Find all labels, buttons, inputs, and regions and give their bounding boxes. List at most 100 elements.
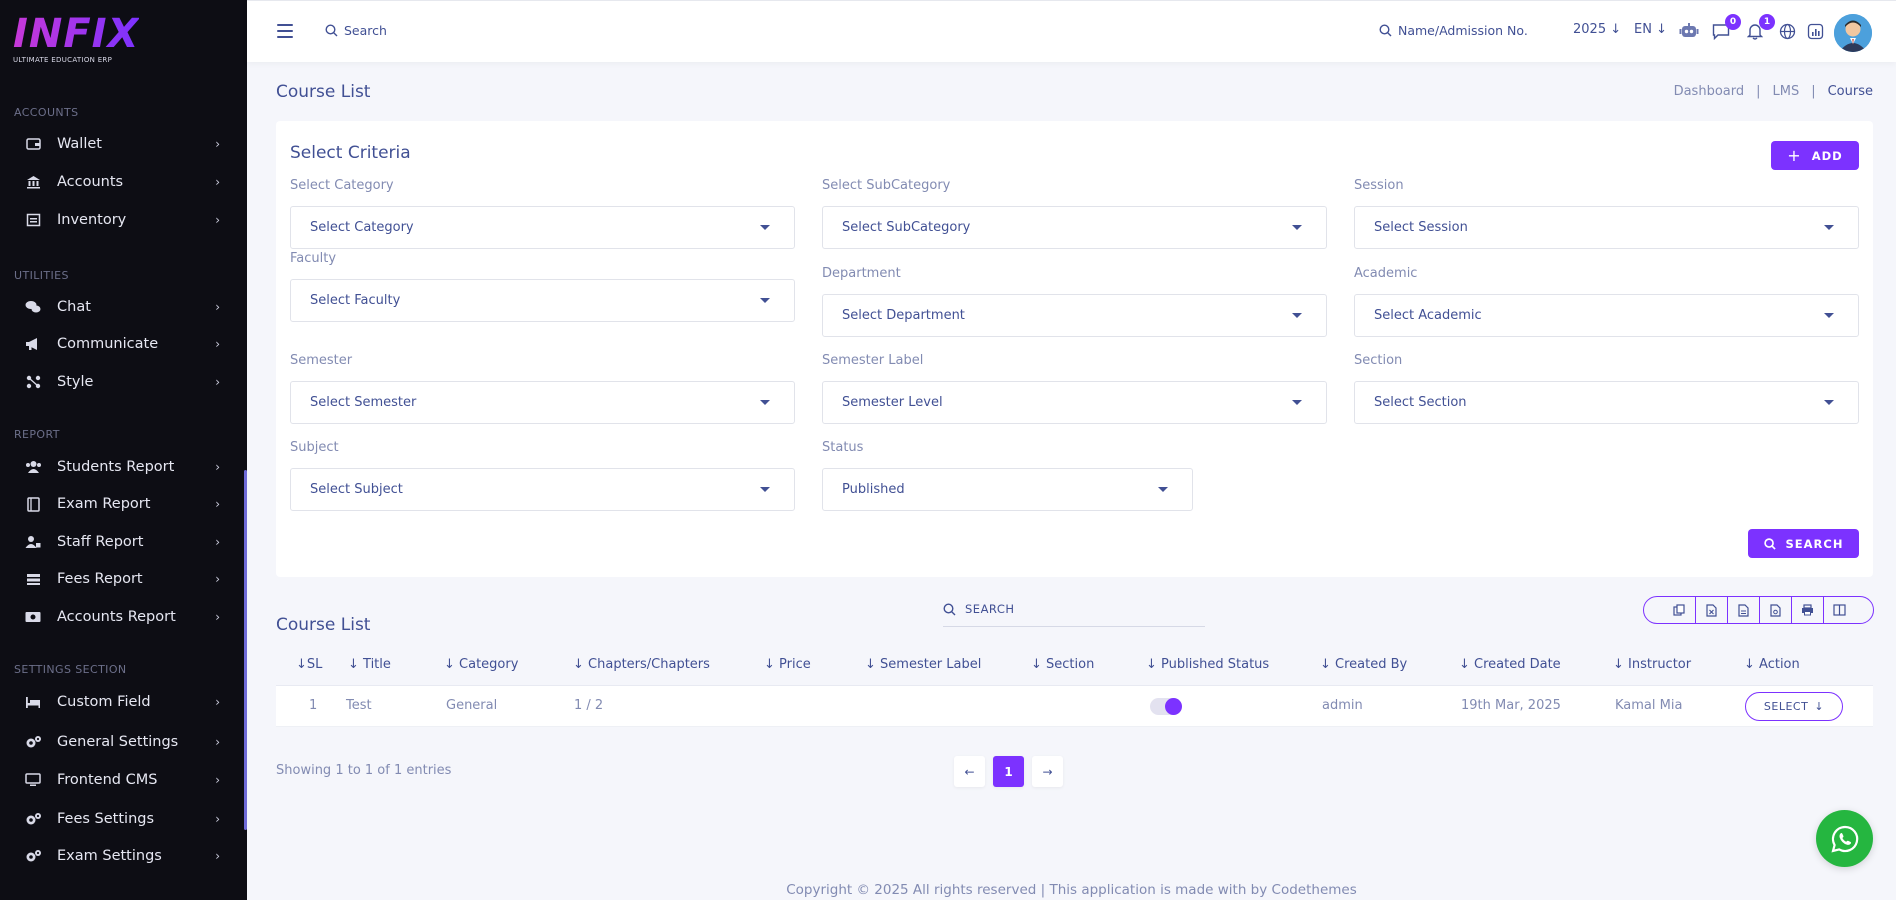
sidebar-item-fees-settings[interactable]: Fees Settings › — [0, 804, 244, 834]
pdf-button[interactable] — [1758, 597, 1791, 623]
sidebar-item-label: General Settings — [57, 734, 179, 750]
col-created-date[interactable]: ↓ Created Date — [1459, 657, 1561, 672]
caret-down-icon — [760, 225, 770, 230]
global-search[interactable]: Search — [325, 23, 387, 38]
sidebar-item-label: Custom Field — [57, 694, 151, 710]
sidebar-scrollbar[interactable] — [244, 470, 247, 830]
page-button-1[interactable]: 1 — [993, 756, 1024, 787]
whatsapp-button[interactable] — [1816, 810, 1873, 867]
columns-button[interactable] — [1822, 597, 1855, 623]
language-value: EN — [1634, 22, 1652, 37]
prev-page-button[interactable]: ← — [954, 756, 985, 787]
sidebar-item-label: Communicate — [57, 336, 159, 352]
next-page-button[interactable]: → — [1032, 756, 1063, 787]
status-select[interactable]: Published — [822, 468, 1193, 511]
table-search-input[interactable]: SEARCH — [943, 592, 1205, 627]
excel-button[interactable] — [1694, 597, 1727, 623]
user-avatar[interactable] — [1834, 14, 1872, 52]
chat-icon — [24, 298, 42, 316]
faculty-select[interactable]: Select Faculty — [290, 279, 795, 322]
copy-button[interactable] — [1663, 597, 1695, 623]
whatsapp-icon — [1830, 825, 1858, 853]
sidebar-item-exam-report[interactable]: Exam Report › — [0, 489, 244, 519]
sidebar-item-accounts-report[interactable]: Accounts Report › — [0, 602, 244, 632]
chevron-right-icon: › — [215, 773, 220, 787]
sidebar-item-accounts[interactable]: Accounts › — [0, 167, 244, 197]
section-select[interactable]: Select Section — [1354, 381, 1859, 424]
logo-word: INFIX — [13, 11, 140, 57]
col-category[interactable]: ↓ Category — [444, 657, 518, 672]
subject-select[interactable]: Select Subject — [290, 468, 795, 511]
sidebar-item-communicate[interactable]: Communicate › — [0, 329, 244, 359]
notifications-icon[interactable]: 1 — [1745, 14, 1775, 41]
robot-icon[interactable] — [1679, 21, 1699, 41]
sidebar-item-label: Frontend CMS — [57, 772, 158, 788]
semester-label-label: Semester Label — [822, 353, 924, 368]
logo[interactable]: INFIX ULTIMATE EDUCATION ERP — [13, 14, 139, 64]
chevron-left-icon: ← — [964, 764, 975, 779]
published-toggle[interactable] — [1150, 698, 1182, 715]
row-action-select-button[interactable]: SELECT ↓ — [1745, 692, 1843, 721]
sidebar-item-wallet[interactable]: Wallet › — [0, 129, 244, 159]
sort-arrow-icon: ↓ — [1146, 657, 1162, 672]
col-chapters[interactable]: ↓ Chapters/Chapters — [573, 657, 710, 672]
add-button[interactable]: + ADD — [1771, 141, 1859, 170]
sidebar-item-staff-report[interactable]: Staff Report › — [0, 527, 244, 557]
breadcrumb-lms[interactable]: LMS — [1773, 84, 1800, 99]
col-created-by[interactable]: ↓ Created By — [1320, 657, 1407, 672]
col-sl[interactable]: ↓SL — [296, 657, 322, 672]
sidebar-item-label: Fees Settings — [57, 811, 155, 827]
student-search[interactable]: Name/Admission No. — [1379, 23, 1528, 38]
breadcrumb-course: Course — [1827, 84, 1873, 99]
sidebar-item-label: Wallet — [57, 136, 102, 152]
pagination: ← 1 → — [954, 756, 1063, 787]
language-selector[interactable]: EN ↓ — [1634, 22, 1667, 37]
col-instructor[interactable]: ↓ Instructor — [1613, 657, 1691, 672]
col-action[interactable]: ↓ Action — [1744, 657, 1800, 672]
caret-down-icon — [1824, 313, 1834, 318]
chevron-right-icon: › — [215, 849, 220, 863]
print-button[interactable] — [1790, 597, 1823, 623]
col-published-status[interactable]: ↓ Published Status — [1146, 657, 1269, 672]
chevron-right-icon: → — [1042, 764, 1053, 779]
users-icon — [24, 458, 42, 476]
menu-toggle-icon[interactable] — [277, 24, 293, 38]
semester-label-select[interactable]: Semester Level — [822, 381, 1327, 424]
col-semester-label[interactable]: ↓ Semester Label — [865, 657, 981, 672]
sidebar-item-chat[interactable]: Chat › — [0, 292, 244, 322]
sidebar-item-frontend-cms[interactable]: Frontend CMS › — [0, 765, 244, 795]
department-select[interactable]: Select Department — [822, 294, 1327, 337]
globe-icon[interactable] — [1777, 21, 1797, 41]
subcategory-select[interactable]: Select SubCategory — [822, 206, 1327, 249]
sort-arrow-icon: ↓ — [764, 657, 780, 672]
col-section[interactable]: ↓ Section — [1031, 657, 1094, 672]
sidebar-item-students-report[interactable]: Students Report › — [0, 452, 244, 482]
year-selector[interactable]: 2025 ↓ — [1573, 22, 1621, 37]
col-title[interactable]: ↓ Title — [348, 657, 391, 672]
sidebar-item-exam-settings[interactable]: Exam Settings › — [0, 841, 244, 871]
csv-button[interactable] — [1726, 597, 1759, 623]
sort-arrow-icon: ↓ — [573, 657, 589, 672]
chevron-right-icon: › — [215, 175, 220, 189]
sort-arrow-icon: ↓ — [1459, 657, 1475, 672]
sort-arrow-icon: ↓ — [1613, 657, 1629, 672]
semester-value: Select Semester — [310, 395, 417, 410]
breadcrumb-dashboard[interactable]: Dashboard — [1674, 84, 1745, 99]
sidebar-item-inventory[interactable]: Inventory › — [0, 205, 244, 235]
category-select[interactable]: Select Category — [290, 206, 795, 249]
session-select[interactable]: Select Session — [1354, 206, 1859, 249]
sidebar-item-fees-report[interactable]: Fees Report › — [0, 564, 244, 594]
bed-icon — [24, 693, 42, 711]
sidebar-item-custom-field[interactable]: Custom Field › — [0, 687, 244, 717]
col-price[interactable]: ↓ Price — [764, 657, 811, 672]
search-button[interactable]: SEARCH — [1748, 529, 1859, 558]
analytics-icon[interactable] — [1805, 21, 1825, 41]
academic-select[interactable]: Select Academic — [1354, 294, 1859, 337]
sidebar-item-label: Exam Settings — [57, 848, 162, 864]
semester-select[interactable]: Select Semester — [290, 381, 795, 424]
sidebar-item-general-settings[interactable]: General Settings › — [0, 727, 244, 757]
sidebar-item-style[interactable]: Style › — [0, 367, 244, 397]
messages-icon[interactable]: 0 — [1711, 14, 1741, 41]
caret-down-icon — [1292, 313, 1302, 318]
chevron-right-icon: › — [215, 735, 220, 749]
